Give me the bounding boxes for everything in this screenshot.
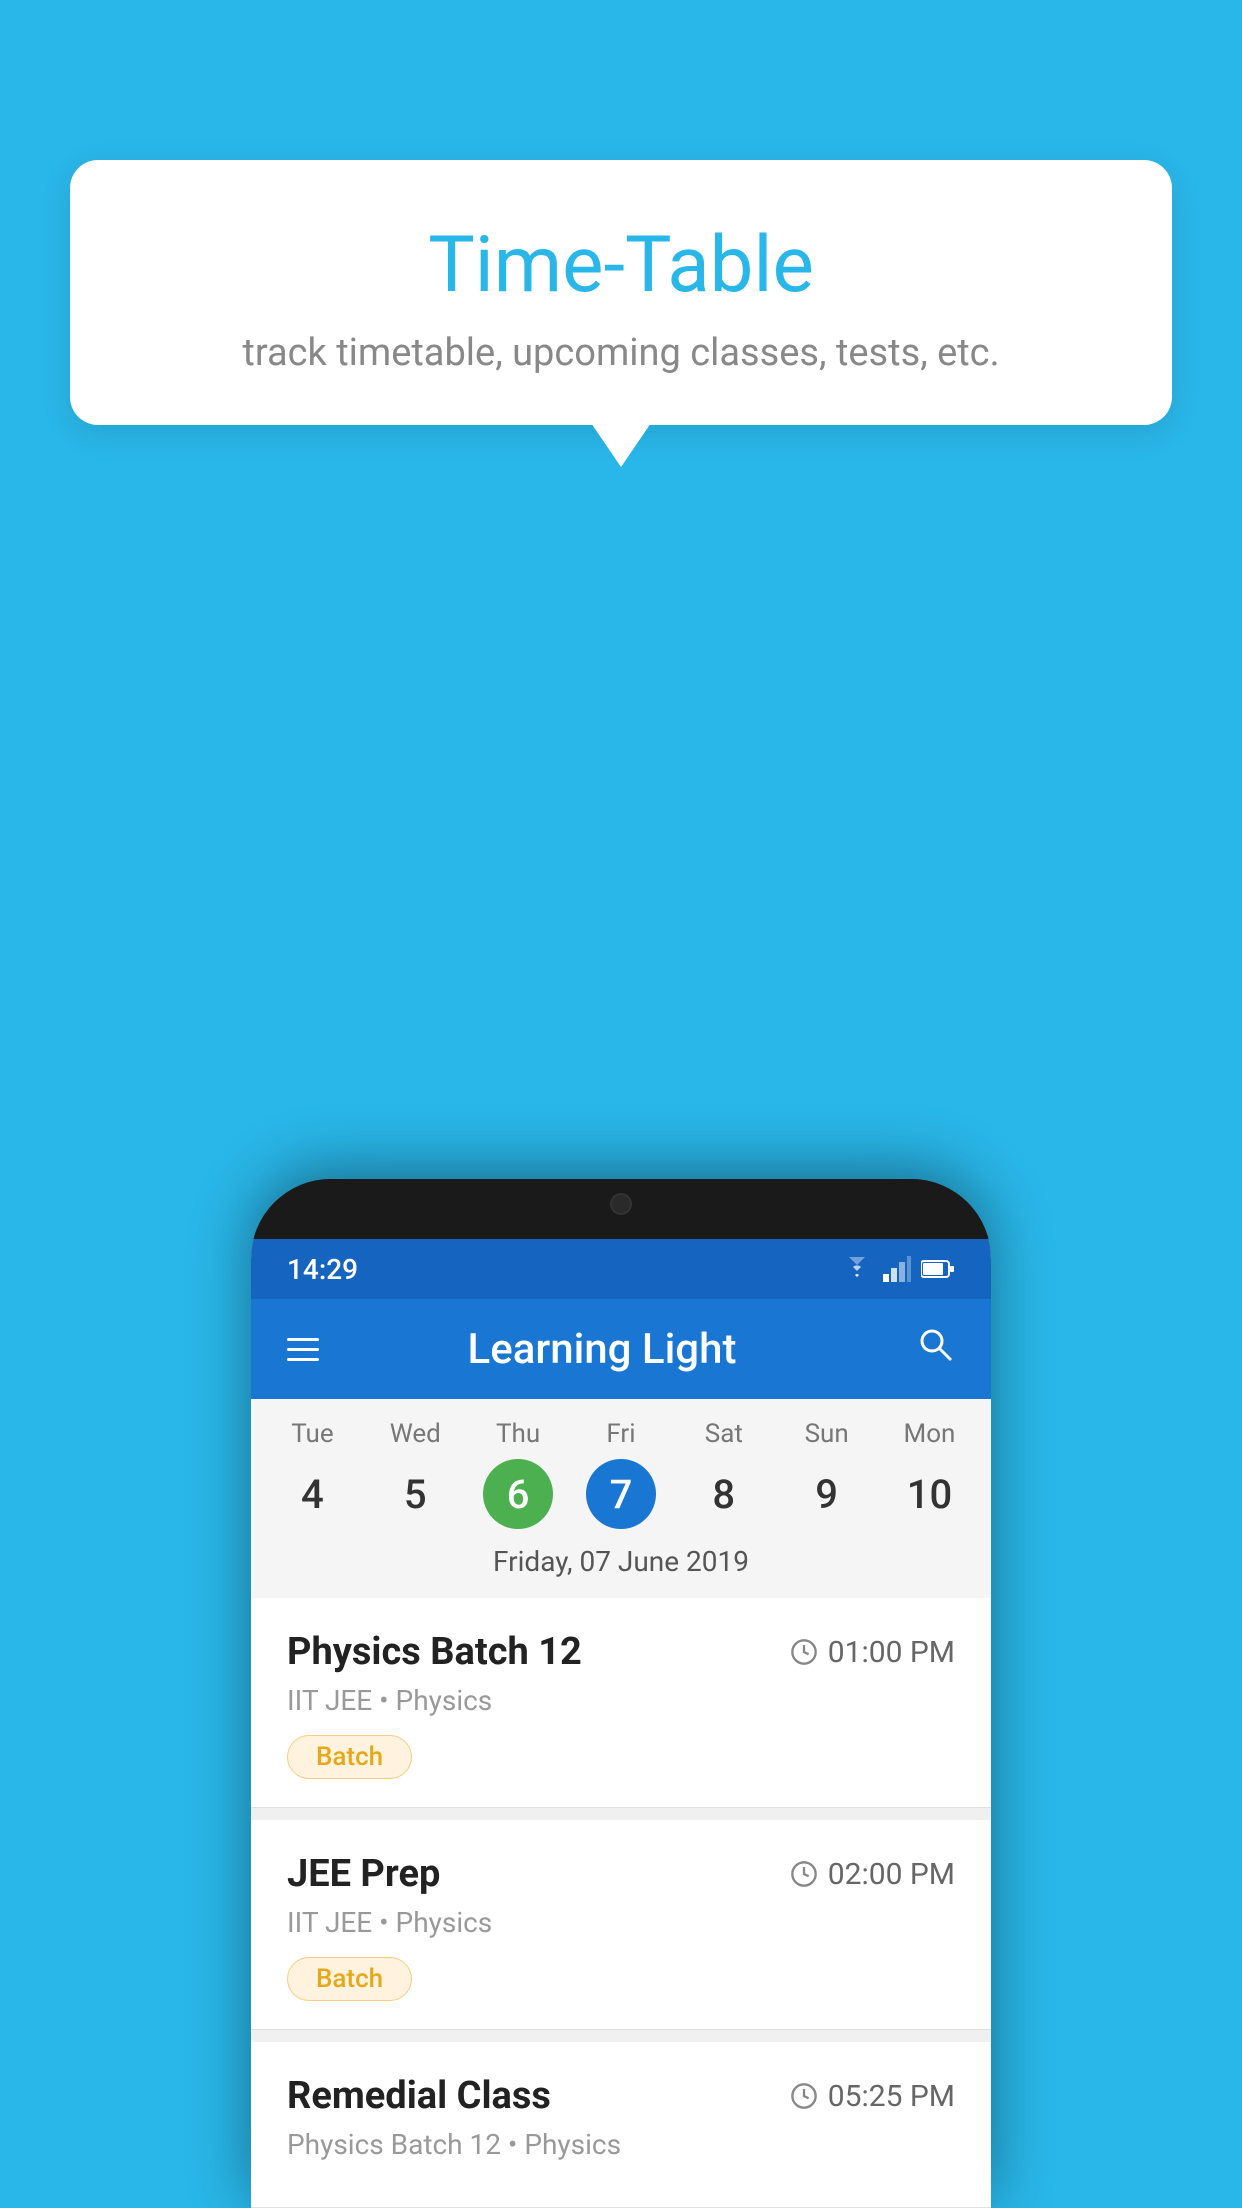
day-name: Tue [291, 1419, 333, 1449]
status-time: 14:29 [287, 1253, 358, 1286]
day-name: Fri [606, 1419, 635, 1449]
item-title: Remedial Class [287, 2074, 551, 2118]
day-number[interactable]: 9 [792, 1459, 862, 1529]
item-title: JEE Prep [287, 1852, 440, 1896]
notch [551, 1179, 691, 1223]
day-col-tue[interactable]: Tue 4 [267, 1419, 357, 1529]
day-number[interactable]: 7 [586, 1459, 656, 1529]
item-header: Remedial Class 05:25 PM [287, 2074, 955, 2118]
status-icons [841, 1256, 955, 1282]
signal-icon [883, 1256, 911, 1282]
clock-icon [790, 1860, 818, 1888]
app-bar: Learning Light [251, 1299, 991, 1399]
days-row: Tue 4 Wed 5 Thu 6 Fri 7 Sat 8 Sun 9 Mon 10 [251, 1419, 991, 1529]
schedule-item-0[interactable]: Physics Batch 12 01:00 PM IIT JEE • Phys… [251, 1598, 991, 1808]
menu-icon[interactable] [287, 1338, 319, 1361]
schedule-item-1[interactable]: JEE Prep 02:00 PM IIT JEE • Physics Batc… [251, 1820, 991, 2030]
app-title: Learning Light [319, 1325, 885, 1374]
tooltip-subtitle: track timetable, upcoming classes, tests… [130, 331, 1112, 375]
wifi-icon [841, 1257, 873, 1281]
day-number[interactable]: 10 [894, 1459, 964, 1529]
day-name: Sat [705, 1419, 743, 1449]
clock-icon [790, 1638, 818, 1666]
schedule-list: Physics Batch 12 01:00 PM IIT JEE • Phys… [251, 1598, 991, 2208]
day-col-mon[interactable]: Mon 10 [884, 1419, 974, 1529]
schedule-item-2[interactable]: Remedial Class 05:25 PM Physics Batch 12… [251, 2042, 991, 2208]
phone-notch-area [251, 1179, 991, 1239]
battery-icon [921, 1259, 955, 1279]
day-col-sat[interactable]: Sat 8 [679, 1419, 769, 1529]
day-number[interactable]: 4 [277, 1459, 347, 1529]
item-meta: Physics Batch 12 • Physics [287, 2128, 955, 2161]
front-camera [610, 1193, 632, 1215]
screen: 14:29 [251, 1239, 991, 2208]
item-time: 05:25 PM [790, 2079, 955, 2114]
item-header: Physics Batch 12 01:00 PM [287, 1630, 955, 1674]
batch-badge: Batch [287, 1957, 412, 2001]
item-meta: IIT JEE • Physics [287, 1684, 955, 1717]
day-number[interactable]: 6 [483, 1459, 553, 1529]
day-col-sun[interactable]: Sun 9 [782, 1419, 872, 1529]
selected-date-label: Friday, 07 June 2019 [251, 1529, 991, 1598]
item-meta: IIT JEE • Physics [287, 1906, 955, 1939]
calendar-bar: Tue 4 Wed 5 Thu 6 Fri 7 Sat 8 Sun 9 Mon 10 Friday, 07… [251, 1399, 991, 1598]
phone-outer: 14:29 [251, 1179, 991, 2208]
day-name: Wed [390, 1419, 441, 1449]
day-name: Sun [805, 1419, 849, 1449]
item-time: 01:00 PM [790, 1635, 955, 1670]
tooltip-title: Time-Table [130, 220, 1112, 311]
phone-mockup: 14:29 [251, 1179, 991, 2208]
day-name: Thu [496, 1419, 540, 1449]
day-number[interactable]: 5 [380, 1459, 450, 1529]
item-time: 02:00 PM [790, 1857, 955, 1892]
day-name: Mon [904, 1419, 956, 1449]
day-number[interactable]: 8 [689, 1459, 759, 1529]
search-icon[interactable] [915, 1324, 955, 1374]
status-bar: 14:29 [251, 1239, 991, 1299]
day-col-thu[interactable]: Thu 6 [473, 1419, 563, 1529]
batch-badge: Batch [287, 1735, 412, 1779]
clock-icon [790, 2082, 818, 2110]
item-title: Physics Batch 12 [287, 1630, 582, 1674]
day-col-fri[interactable]: Fri 7 [576, 1419, 666, 1529]
day-col-wed[interactable]: Wed 5 [370, 1419, 460, 1529]
item-header: JEE Prep 02:00 PM [287, 1852, 955, 1896]
tooltip-card: Time-Table track timetable, upcoming cla… [70, 160, 1172, 425]
